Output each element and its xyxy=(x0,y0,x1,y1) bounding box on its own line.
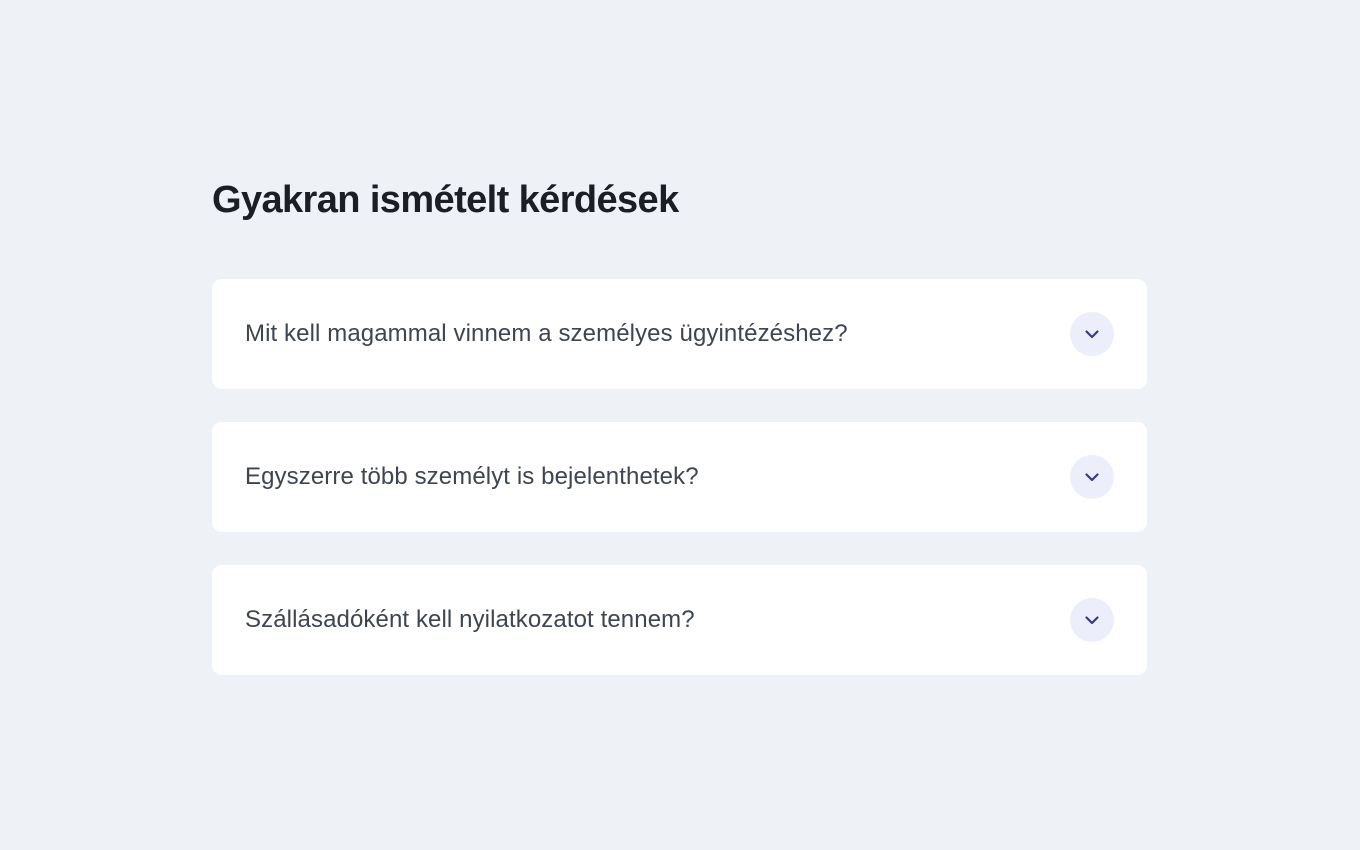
expand-button[interactable] xyxy=(1070,455,1114,499)
faq-item-host-declaration[interactable]: Szállásadóként kell nyilatkozatot tennem… xyxy=(212,565,1147,675)
faq-section: Gyakran ismételt kérdések Mit kell magam… xyxy=(212,176,1147,675)
faq-question: Mit kell magammal vinnem a személyes ügy… xyxy=(245,320,848,347)
page-title: Gyakran ismételt kérdések xyxy=(212,179,679,221)
faq-question: Szállásadóként kell nyilatkozatot tennem… xyxy=(245,606,695,633)
expand-button[interactable] xyxy=(1070,312,1114,356)
expand-button[interactable] xyxy=(1070,598,1114,642)
faq-item-personal-administration[interactable]: Mit kell magammal vinnem a személyes ügy… xyxy=(212,279,1147,389)
faq-question: Egyszerre több személyt is bejelenthetek… xyxy=(245,463,699,490)
chevron-down-icon xyxy=(1085,330,1099,339)
chevron-down-icon xyxy=(1085,616,1099,625)
chevron-down-icon xyxy=(1085,473,1099,482)
faq-item-multiple-people[interactable]: Egyszerre több személyt is bejelenthetek… xyxy=(212,422,1147,532)
faq-list: Mit kell magammal vinnem a személyes ügy… xyxy=(212,279,1147,675)
